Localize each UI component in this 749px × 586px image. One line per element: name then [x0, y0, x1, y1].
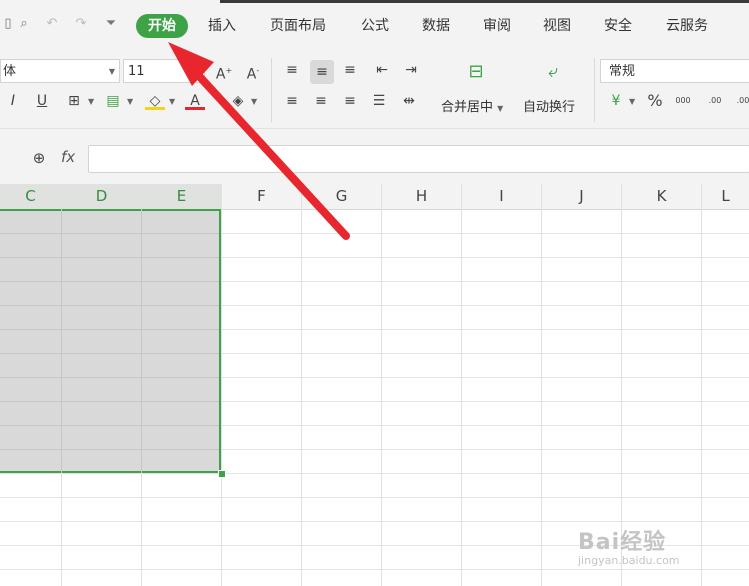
watermark-url: jingyan.baidu.com: [578, 554, 680, 567]
baidu-watermark-logo: Bai经验 jingyan.baidu.com: [578, 510, 728, 580]
watermark-brand: Bai经验: [578, 530, 667, 555]
annotation-arrow-icon: [168, 42, 350, 240]
